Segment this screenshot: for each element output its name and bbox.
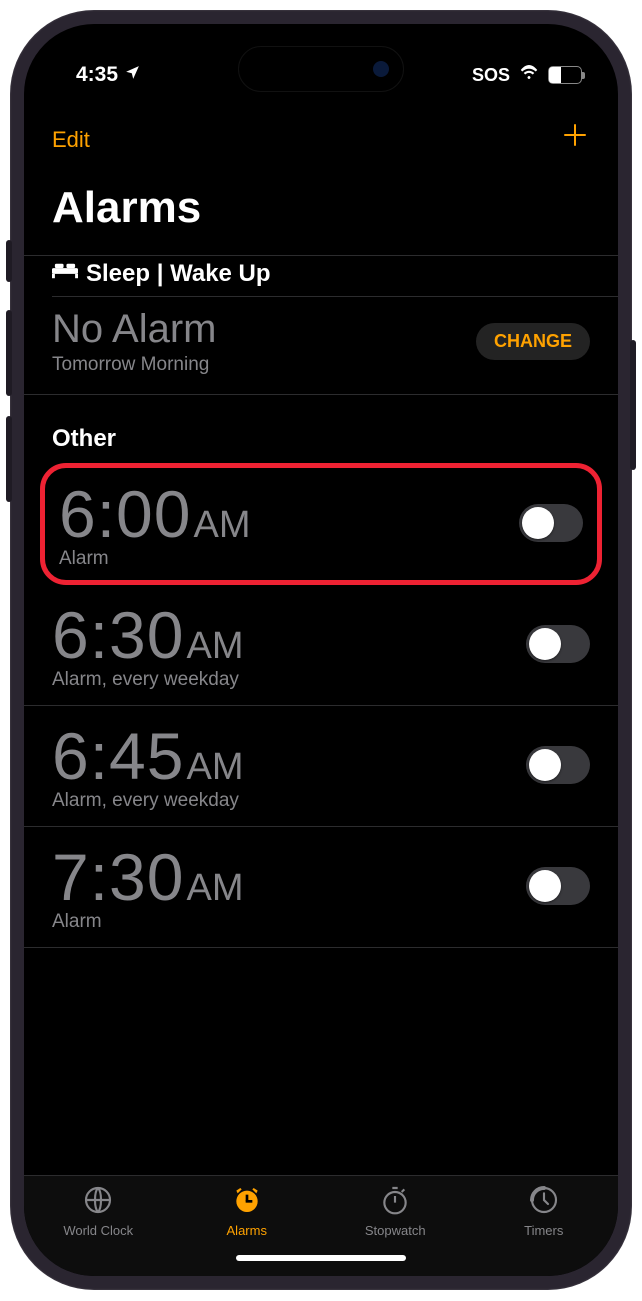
alarm-list: 6:00AM Alarm 6:30AM Alarm, every weekday… (24, 461, 618, 1175)
volume-up-button (6, 310, 12, 396)
volume-down-button (6, 416, 12, 502)
sleep-section-header: Sleep | Wake Up (24, 255, 618, 296)
alarm-row[interactable]: 6:30AM Alarm, every weekday (24, 585, 618, 706)
side-button (6, 240, 12, 282)
status-time: 4:35 (76, 63, 118, 87)
sleep-main-text: No Alarm (52, 307, 217, 352)
alarm-time: 6:00AM (59, 476, 250, 552)
page-title: Alarms (24, 169, 618, 255)
alarm-row[interactable]: 7:30AM Alarm (24, 827, 618, 948)
edit-button[interactable]: Edit (52, 127, 90, 153)
tab-alarms[interactable]: Alarms (173, 1184, 322, 1238)
power-button (630, 340, 636, 470)
other-section-header: Other (24, 395, 618, 461)
alarm-toggle[interactable] (526, 625, 590, 663)
tab-timers[interactable]: Timers (470, 1184, 619, 1238)
tab-world-clock[interactable]: World Clock (24, 1184, 173, 1238)
phone-frame: 4:35 SOS 36 Edit Al (10, 10, 632, 1290)
tab-stopwatch[interactable]: Stopwatch (321, 1184, 470, 1238)
dynamic-island (238, 46, 404, 92)
stopwatch-icon (378, 1184, 412, 1219)
alarm-toggle[interactable] (526, 746, 590, 784)
alarm-label: Alarm, every weekday (52, 669, 243, 691)
bed-icon (52, 260, 78, 288)
screen: 4:35 SOS 36 Edit Al (24, 24, 618, 1276)
tab-bar: World Clock Alarms Stopwatch Timers (24, 1175, 618, 1240)
tab-label: Alarms (227, 1223, 267, 1238)
alarm-toggle[interactable] (526, 867, 590, 905)
sleep-section-title: Sleep | Wake Up (86, 260, 271, 288)
home-indicator[interactable] (236, 1255, 406, 1261)
alarms-icon (230, 1184, 264, 1219)
tab-label: World Clock (63, 1223, 133, 1238)
battery-percent: 36 (549, 68, 581, 82)
alarm-label: Alarm, every weekday (52, 790, 243, 812)
sleep-sub-text: Tomorrow Morning (52, 354, 217, 376)
alarm-time: 6:30AM (52, 597, 243, 673)
nav-bar: Edit (24, 102, 618, 169)
change-button[interactable]: CHANGE (476, 323, 590, 360)
world-clock-icon (81, 1184, 115, 1219)
wifi-icon (518, 64, 540, 87)
alarm-toggle[interactable] (519, 504, 583, 542)
location-icon (124, 63, 141, 87)
alarm-time: 7:30AM (52, 839, 243, 915)
sleep-wake-row[interactable]: No Alarm Tomorrow Morning CHANGE (24, 297, 618, 395)
alarm-row[interactable]: 6:00AM Alarm (40, 463, 602, 585)
sos-label: SOS (472, 65, 510, 86)
home-indicator-area (24, 1240, 618, 1276)
alarm-row[interactable]: 6:45AM Alarm, every weekday (24, 706, 618, 827)
add-alarm-button[interactable] (560, 120, 590, 159)
status-right: SOS 36 (472, 64, 582, 87)
alarm-time: 6:45AM (52, 718, 243, 794)
other-section-title: Other (52, 425, 116, 453)
tab-label: Timers (524, 1223, 563, 1238)
timers-icon (527, 1184, 561, 1219)
tab-label: Stopwatch (365, 1223, 426, 1238)
battery-icon: 36 (548, 66, 582, 84)
status-left: 4:35 (76, 63, 141, 87)
camera-dot (373, 61, 389, 77)
